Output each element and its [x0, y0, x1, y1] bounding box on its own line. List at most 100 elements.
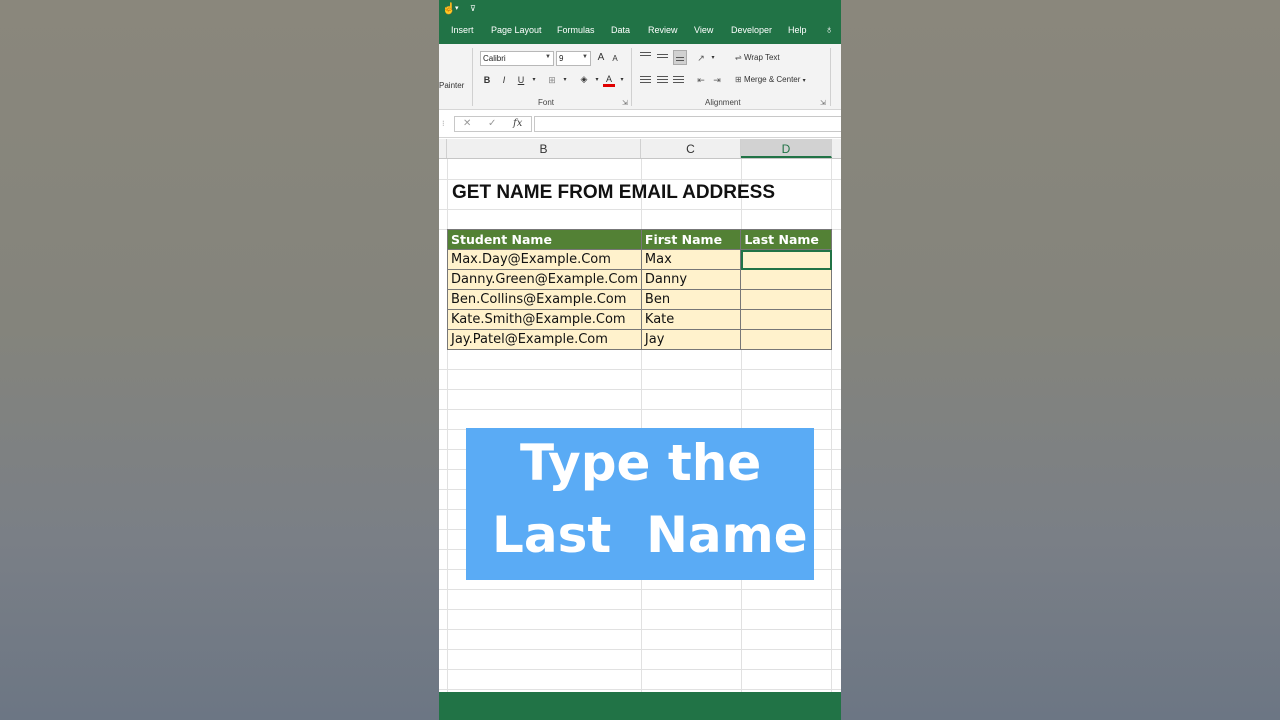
merge-icon: ⊞	[735, 75, 744, 84]
formula-buttons: ✕ ✓ fx	[454, 116, 532, 132]
caption-line-1: Type the	[520, 434, 762, 492]
table-row: Max.Day@Example.Com Max	[447, 249, 832, 270]
touch-mode-icon[interactable]: ☝	[442, 2, 456, 16]
tab-data[interactable]: Data	[611, 25, 630, 35]
font-group-label: Font	[538, 98, 555, 107]
chevron-down-icon[interactable]: ▾	[707, 52, 719, 64]
cell-first-name[interactable]: Jay	[640, 329, 742, 350]
caption-line-2: Last Name	[492, 506, 808, 564]
underline-button[interactable]: U	[515, 74, 527, 86]
wrap-text-button[interactable]: ⇌ Wrap Text	[735, 53, 780, 62]
background-left	[0, 0, 439, 720]
tab-developer[interactable]: Developer	[731, 25, 772, 35]
enter-icon[interactable]: ✓	[488, 118, 496, 129]
ribbon-tabs: Insert Page Layout Formulas Data Review …	[439, 19, 841, 44]
cell-last-name[interactable]	[740, 309, 832, 330]
title-bar: ☝ ▾ ⊽	[439, 0, 841, 19]
background-right	[841, 0, 1280, 720]
increase-indent-icon[interactable]: ⇥	[711, 74, 723, 86]
chevron-down-icon: ▼	[582, 54, 588, 60]
tab-review[interactable]: Review	[648, 25, 678, 35]
cell-email[interactable]: Max.Day@Example.Com	[447, 249, 642, 270]
orientation-icon[interactable]: ↗	[695, 52, 707, 64]
font-color-button[interactable]: A	[603, 73, 615, 87]
tab-page-layout[interactable]: Page Layout	[491, 25, 542, 35]
formula-bar: ⁝ ✕ ✓ fx	[439, 110, 841, 138]
alignment-group-label: Alignment	[705, 98, 741, 107]
select-all-corner[interactable]	[439, 139, 447, 158]
header-student-name[interactable]: Student Name	[447, 229, 642, 250]
cell-last-name[interactable]	[740, 289, 832, 310]
dialog-launcher-icon[interactable]: ⇲	[820, 99, 826, 107]
cell-first-name[interactable]: Kate	[640, 309, 742, 330]
tab-help[interactable]: Help	[788, 25, 807, 35]
instruction-caption: Type the Last Name	[466, 428, 814, 580]
bold-button[interactable]: B	[481, 74, 493, 86]
tab-formulas[interactable]: Formulas	[557, 25, 595, 35]
table-row: Jay.Patel@Example.Com Jay	[447, 329, 832, 350]
column-header-b[interactable]: B	[447, 139, 641, 158]
chevron-down-icon[interactable]: ▾	[559, 74, 571, 86]
chevron-down-icon: ▾	[802, 78, 806, 84]
italic-button[interactable]: I	[498, 74, 510, 86]
align-right-icon[interactable]	[673, 76, 684, 85]
align-left-icon[interactable]	[640, 76, 651, 85]
header-last-name[interactable]: Last Name	[740, 229, 832, 250]
middle-align-icon[interactable]	[657, 54, 668, 63]
worksheet-grid[interactable]: GET NAME FROM EMAIL ADDRESS Student Name…	[439, 159, 841, 692]
cell-first-name[interactable]: Ben	[640, 289, 742, 310]
chevron-down-icon[interactable]: ▾	[591, 74, 603, 86]
top-align-icon[interactable]	[640, 52, 651, 61]
align-center-icon[interactable]	[657, 76, 668, 85]
merge-center-button[interactable]: ⊞ Merge & Center ▾	[735, 75, 806, 84]
cell-first-name[interactable]: Max	[640, 249, 742, 270]
font-size-value: 9	[559, 54, 564, 63]
sheet-title[interactable]: GET NAME FROM EMAIL ADDRESS	[452, 182, 775, 204]
status-bar	[439, 692, 841, 720]
group-separator	[830, 48, 831, 106]
format-painter-button[interactable]: Painter	[439, 81, 464, 90]
excel-window: ☝ ▾ ⊽ Insert Page Layout Formulas Data R…	[439, 0, 841, 720]
chevron-down-icon[interactable]: ▾	[528, 74, 540, 86]
borders-icon[interactable]: ⊞	[546, 74, 558, 86]
cell-email[interactable]: Kate.Smith@Example.Com	[447, 309, 642, 330]
bottom-align-icon[interactable]	[673, 50, 687, 65]
tab-view[interactable]: View	[694, 25, 713, 35]
wrap-text-icon: ⇌	[735, 53, 744, 62]
customize-toolbar-icon[interactable]: ⊽	[470, 2, 476, 16]
font-name-value: Calibri	[483, 54, 506, 63]
table-row: Kate.Smith@Example.Com Kate	[447, 309, 832, 330]
chevron-down-icon[interactable]: ▾	[455, 2, 459, 16]
column-headers: B C D	[439, 139, 841, 159]
formula-input[interactable]	[534, 116, 841, 132]
chevron-down-icon[interactable]: ▾	[616, 74, 628, 86]
student-table: Student Name First Name Last Name Max.Da…	[447, 229, 832, 350]
ribbon-home: Painter Calibri ▼ 9 ▼ A A B I U ▾ ⊞ ▾ ◈ …	[439, 44, 841, 110]
cell-last-name-selected[interactable]	[740, 249, 832, 270]
group-separator	[472, 48, 473, 106]
cell-email[interactable]: Jay.Patel@Example.Com	[447, 329, 642, 350]
lightbulb-icon[interactable]: ♁	[825, 24, 833, 36]
dialog-launcher-icon[interactable]: ⇲	[622, 99, 628, 107]
table-row: Ben.Collins@Example.Com Ben	[447, 289, 832, 310]
header-first-name[interactable]: First Name	[640, 229, 742, 250]
grip-icon: ⁝	[442, 119, 445, 128]
chevron-down-icon: ▼	[545, 54, 551, 60]
font-size-select[interactable]: 9 ▼	[556, 51, 591, 66]
increase-font-icon[interactable]: A	[595, 52, 607, 64]
cancel-icon[interactable]: ✕	[463, 118, 471, 129]
tab-insert[interactable]: Insert	[451, 25, 474, 35]
decrease-font-icon[interactable]: A	[609, 53, 621, 65]
decrease-indent-icon[interactable]: ⇤	[695, 74, 707, 86]
cell-last-name[interactable]	[740, 329, 832, 350]
cell-email[interactable]: Ben.Collins@Example.Com	[447, 289, 642, 310]
insert-function-icon[interactable]: fx	[513, 118, 522, 129]
column-header-c[interactable]: C	[641, 139, 741, 158]
cell-first-name[interactable]: Danny	[640, 269, 742, 290]
column-header-d[interactable]: D	[741, 139, 832, 158]
cell-last-name[interactable]	[740, 269, 832, 290]
cell-email[interactable]: Danny.Green@Example.Com	[447, 269, 642, 290]
table-header-row: Student Name First Name Last Name	[447, 229, 832, 250]
font-name-select[interactable]: Calibri ▼	[480, 51, 554, 66]
fill-color-icon[interactable]: ◈	[578, 73, 590, 85]
